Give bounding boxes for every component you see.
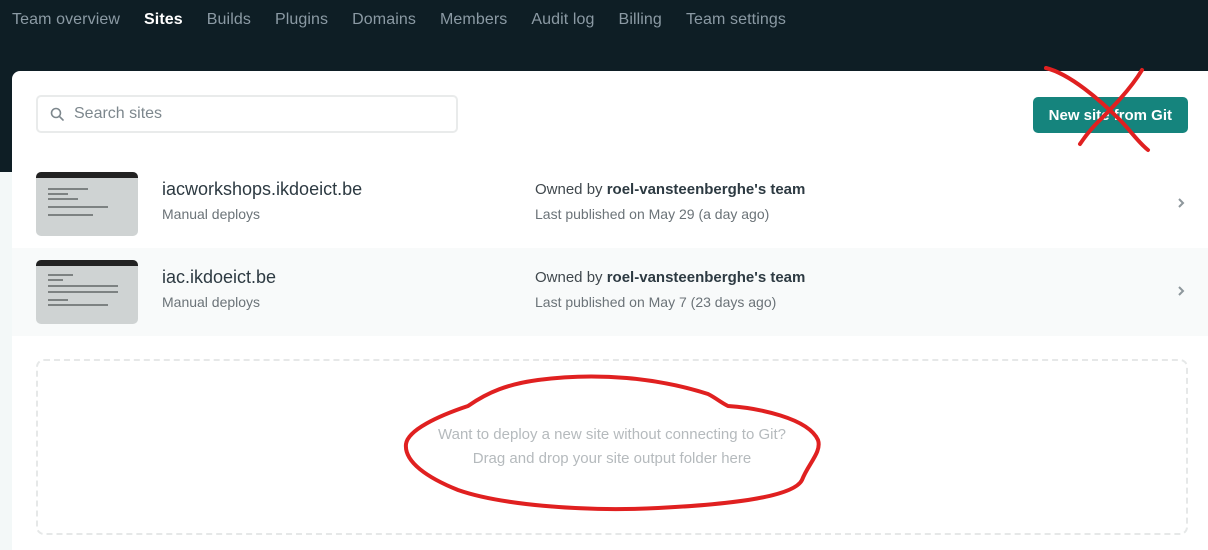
site-thumbnail <box>36 260 138 324</box>
nav-plugins[interactable]: Plugins <box>275 11 328 29</box>
nav-sites[interactable]: Sites <box>144 11 183 29</box>
sites-card: New site from Git iacworkshops.ikdoeict.… <box>12 71 1208 550</box>
last-published: Last published on May 29 (a day ago) <box>535 206 770 222</box>
nav-builds[interactable]: Builds <box>207 11 251 29</box>
new-site-from-git-button[interactable]: New site from Git <box>1032 97 1188 133</box>
site-row[interactable]: iac.ikdoeict.be Manual deploys Owned by … <box>12 248 1208 336</box>
search-box[interactable] <box>36 95 458 133</box>
owner-name: roel-vansteenberghe's team <box>606 269 806 286</box>
owner-prefix: Owned by <box>535 181 603 198</box>
site-name[interactable]: iacworkshops.ikdoeict.be <box>162 179 362 200</box>
nav-billing[interactable]: Billing <box>619 11 662 29</box>
deploy-type: Manual deploys <box>162 294 261 310</box>
page-background-strip <box>0 172 12 550</box>
dropzone-instruction: Drag and drop your site output folder he… <box>472 450 752 467</box>
chevron-right-icon <box>1178 198 1185 208</box>
site-owner: Owned by roel-vansteenberghe's team <box>535 181 805 198</box>
nav-members[interactable]: Members <box>440 11 507 29</box>
site-owner: Owned by roel-vansteenberghe's team <box>535 269 805 286</box>
owner-name: roel-vansteenberghe's team <box>606 181 806 198</box>
chevron-right-icon <box>1178 286 1185 296</box>
site-row[interactable]: iacworkshops.ikdoeict.be Manual deploys … <box>12 160 1208 248</box>
nav-domains[interactable]: Domains <box>352 11 416 29</box>
nav-team-overview[interactable]: Team overview <box>12 11 120 29</box>
owner-prefix: Owned by <box>535 269 603 286</box>
nav-audit-log[interactable]: Audit log <box>531 11 594 29</box>
site-name[interactable]: iac.ikdoeict.be <box>162 267 276 288</box>
drag-drop-deploy-zone[interactable]: Want to deploy a new site without connec… <box>36 359 1188 535</box>
dropzone-prompt: Want to deploy a new site without connec… <box>438 426 786 443</box>
last-published: Last published on May 7 (23 days ago) <box>535 294 777 310</box>
deploy-type: Manual deploys <box>162 206 261 222</box>
search-icon <box>50 107 64 121</box>
team-nav: Team overview Sites Builds Plugins Domai… <box>0 0 1208 40</box>
site-list: iacworkshops.ikdoeict.be Manual deploys … <box>12 160 1208 336</box>
site-thumbnail <box>36 172 138 236</box>
search-input[interactable] <box>72 104 436 124</box>
nav-team-settings[interactable]: Team settings <box>686 11 786 29</box>
